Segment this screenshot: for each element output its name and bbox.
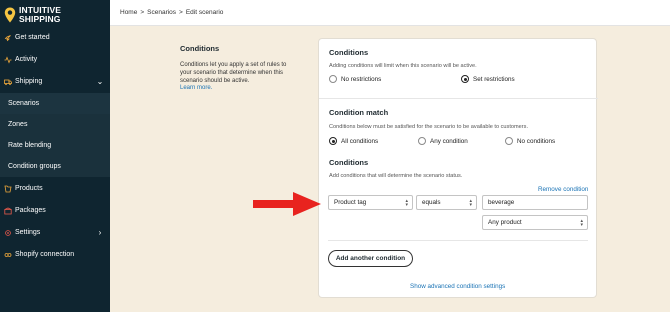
condition-value-input[interactable]: beverage [482,195,588,210]
brand-logo[interactable]: INTUITIVE SHIPPING [4,3,108,27]
condition-match-help: Conditions below must be satisfied for t… [329,124,589,130]
products-icon [4,185,12,193]
rules-help: Add conditions that will determine the s… [329,173,589,179]
sidebar-item-packages[interactable]: Packages [0,200,110,221]
remove-condition-link[interactable]: Remove condition [538,186,588,193]
breadcrumb-separator: > [179,9,183,16]
chevron-down-icon[interactable]: ⌄ [96,77,104,86]
radio-label: Any condition [430,137,468,145]
breadcrumb-current: Edit scenario [185,9,224,16]
sidebar-item-activity[interactable]: Activity [0,49,110,70]
sidebar-item-label: Get started [15,34,50,41]
condition-scope-select[interactable]: Any product ▴ ▾ [482,215,588,230]
sidebar-item-scenarios[interactable]: Scenarios [0,93,110,114]
radio-any-condition[interactable]: Any condition [418,137,468,145]
sidebar-item-shipping[interactable]: Shipping ⌄ [0,71,110,92]
breadcrumb-scenarios[interactable]: Scenarios [147,9,176,16]
select-caret-icon: ▴ ▾ [469,198,472,208]
activity-icon [4,55,12,64]
conditions-card: Conditions Adding conditions will limit … [318,38,598,298]
brand-name: INTUITIVE SHIPPING [19,5,61,24]
radio-label: All conditions [341,137,379,145]
add-another-condition-button[interactable]: Add another condition [328,250,413,267]
sidebar-item-get-started[interactable]: Get started [0,27,110,48]
condition-match-section: Condition match [329,108,589,117]
section-help-text: Conditions below must be satisfied for t… [329,124,528,130]
sidebar-item-products[interactable]: Products [0,178,110,199]
radio-label: No restrictions [341,75,382,83]
location-pin-icon [4,7,16,23]
sidebar-item-label: Zones [8,121,28,128]
sidebar-item-label: Products [15,185,43,192]
conditions-intro: Conditions Conditions let you apply a se… [180,44,290,91]
divider [319,98,598,99]
select-caret-icon: ▴ ▾ [580,218,583,228]
radio-no-conditions[interactable]: No conditions [505,137,555,145]
radio-set-restrictions[interactable]: Set restrictions [461,75,515,83]
intro-text: Conditions let you apply a set of rules … [180,62,287,84]
sidebar-item-rate-blending[interactable]: Rate blending [0,135,110,156]
radio-label: No conditions [517,137,556,145]
sidebar-item-label: Rate blending [8,142,52,149]
breadcrumb-home[interactable]: Home [120,9,137,16]
radio-button[interactable] [505,137,513,145]
radio-all-conditions[interactable]: All conditions [329,137,378,145]
packages-icon [4,207,12,215]
intro-title: Conditions [180,44,220,53]
sidebar-item-zones[interactable]: Zones [0,114,110,135]
sidebar-item-label: Packages [15,207,46,214]
breadcrumb-separator: > [140,9,145,16]
chevron-right-icon[interactable]: › [96,228,104,237]
sidebar-item-settings[interactable]: Settings › [0,222,110,243]
section-title: Condition match [329,108,389,117]
section-help-text: Adding conditions will limit when this s… [329,63,477,69]
sidebar-item-condition-groups[interactable]: Condition groups [0,156,110,177]
rules-section: Conditions [329,158,589,167]
red-arrow-icon [253,192,321,216]
shopify-icon [4,251,12,259]
sidebar-item-label: Shopify connection [15,251,75,258]
radio-button[interactable] [418,137,426,145]
sidebar-item-label: Shipping [15,78,43,85]
section-title: Conditions [329,48,369,57]
radio-label: Set restrictions [473,75,515,83]
condition-field-select[interactable]: Product tag ▴ ▾ [328,195,413,210]
select-value: Product tag [334,199,367,206]
rocket-icon [4,34,12,42]
sidebar-item-shopify-connection[interactable]: Shopify connection [0,244,110,265]
condition-operator-select[interactable]: equals ▴ ▾ [416,195,477,210]
select-value: equals [422,199,441,206]
settings-icon [4,229,12,237]
shipping-icon [4,78,12,86]
radio-button[interactable] [461,75,469,83]
select-caret-icon: ▴ ▾ [405,198,408,208]
sidebar-item-label: Settings [15,229,41,236]
sidebar-item-label: Condition groups [8,163,61,170]
show-advanced-settings-link[interactable]: Show advanced condition settings [410,283,505,290]
sidebar-item-label: Activity [15,56,38,63]
divider [328,240,588,241]
section-title: Conditions [329,158,369,167]
input-value: beverage [488,199,515,206]
conditions-section: Conditions [329,48,589,57]
breadcrumb: Home > Scenarios > Edit scenario [110,0,670,26]
section-help-text: Add conditions that will determine the s… [329,173,463,179]
radio-no-restrictions[interactable]: No restrictions [329,75,381,83]
radio-button[interactable] [329,75,337,83]
select-value: Any product [488,219,522,226]
learn-more-link[interactable]: Learn more. [180,85,290,91]
conditions-help: Adding conditions will limit when this s… [329,63,589,69]
sidebar: INTUITIVE SHIPPING Get started Activity … [0,0,110,312]
sidebar-item-label: Scenarios [8,100,40,107]
radio-button[interactable] [329,137,337,145]
